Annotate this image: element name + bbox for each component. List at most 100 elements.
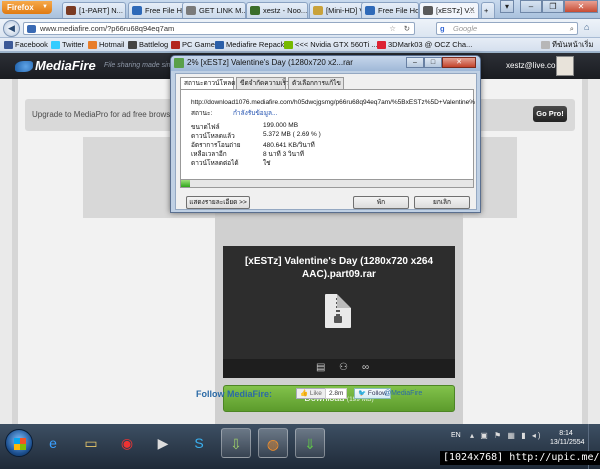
- download-progress-bar: [180, 179, 474, 188]
- follow-label: Follow MediaFire:: [196, 389, 273, 399]
- row-value: ใช่: [263, 160, 271, 167]
- media-player-icon[interactable]: ▶: [148, 428, 178, 458]
- chevron-down-icon: ▼: [42, 4, 48, 10]
- progress-fill: [181, 180, 190, 187]
- bookmark-item[interactable]: ทีฆันหน้าเริ่ม: [540, 39, 593, 51]
- firefox-taskbar-icon[interactable]: ◍: [258, 428, 288, 458]
- bookmarks-toolbar: Facebook Twitter Hotmail Battlelog PC Ga…: [0, 38, 600, 52]
- bookmark-label: 3DMark03 @ OCZ Cha...: [388, 40, 473, 49]
- bookmark-item[interactable]: Mediafire Repack: [214, 39, 284, 51]
- back-arrow-icon[interactable]: ◀: [3, 20, 20, 37]
- close-tab-icon[interactable]: ✕: [469, 3, 475, 18]
- tab-speed-limit[interactable]: ขีดจำกัดความเร็ว: [236, 77, 290, 89]
- bookmark-item[interactable]: Hotmail: [87, 39, 124, 51]
- idm-taskbar-icon[interactable]: ⇓: [295, 428, 325, 458]
- minimize-button[interactable]: –: [406, 57, 424, 68]
- dialog-titlebar[interactable]: 2% [xESTz] Valentine's Day (1280x720 x2.…: [171, 56, 480, 71]
- tab-favicon-icon: [423, 6, 433, 15]
- google-icon: g: [440, 24, 445, 33]
- browser-tab-active[interactable]: [xESTz] V... ✕: [419, 2, 479, 18]
- twitter-icon: [51, 41, 60, 49]
- page-gutter-right: [582, 79, 588, 424]
- start-button[interactable]: [5, 429, 33, 457]
- row-value: 199.000 MB: [263, 122, 299, 129]
- bookmark-item[interactable]: Facebook: [3, 39, 48, 51]
- bookmark-item[interactable]: 3DMark03 @ OCZ Cha...: [376, 39, 472, 51]
- browser-tab[interactable]: xestz - Noo...: [246, 2, 308, 18]
- pc-game-icon: [171, 41, 180, 49]
- firefox-menu-button[interactable]: Firefox ▼: [2, 1, 52, 14]
- bookmark-item[interactable]: Twitter: [50, 39, 84, 51]
- mediafire-logo[interactable]: MediaFire: [15, 58, 96, 73]
- upgrade-text: Upgrade to MediaPro for ad free browsi: [32, 110, 173, 119]
- tab-favicon-icon: [250, 6, 260, 15]
- bookmark-label: Battlelog: [139, 40, 169, 49]
- zip-file-icon: [325, 294, 351, 328]
- new-tab-button[interactable]: +: [481, 2, 495, 18]
- hotmail-icon: [88, 41, 97, 49]
- skype-icon[interactable]: S: [184, 428, 214, 458]
- tab-label: [1-PART] N...: [79, 6, 123, 15]
- browser-tab[interactable]: [1-PART] N...: [62, 2, 126, 18]
- go-pro-button[interactable]: Go Pro!: [533, 106, 567, 122]
- link-icon[interactable]: ∞: [362, 362, 369, 373]
- tab-favicon-icon: [66, 6, 76, 15]
- row-value: 5.372 MB ( 2.69 % ): [263, 131, 321, 138]
- clock[interactable]: 8:14 13/11/2554: [550, 429, 585, 447]
- status-value: กำลังรับข้อมูล...: [233, 110, 278, 117]
- status-label: สถานะ:: [191, 110, 213, 117]
- download-dialog: 2% [xESTz] Valentine's Day (1280x720 x2.…: [170, 55, 481, 213]
- bookmark-label: ทีฆันหน้าเริ่ม: [552, 40, 594, 49]
- tab-label: Free File Ho...: [378, 6, 419, 15]
- download-manager-taskbar-icon[interactable]: ⇩: [221, 428, 251, 458]
- file-preview: [xESTz] Valentine's Day (1280x720 x264 A…: [223, 246, 455, 378]
- row-label: เหลือเวลาอีก: [191, 151, 227, 158]
- facebook-like-button[interactable]: 👍 Like: [296, 388, 326, 399]
- close-dialog-button[interactable]: ✕: [442, 57, 476, 68]
- ocz-icon: [377, 41, 386, 49]
- chrome-icon[interactable]: ◉: [112, 428, 142, 458]
- list-all-tabs-button[interactable]: ▾: [500, 0, 514, 13]
- bookmark-item[interactable]: <<< Nvidia GTX 560Ti ...: [283, 39, 377, 51]
- reload-icon[interactable]: ↻: [404, 23, 410, 34]
- browser-tab[interactable]: Free File Ho...: [361, 2, 419, 18]
- bookmark-star-icon[interactable]: ☆: [389, 23, 396, 34]
- zipper-icon: [336, 298, 340, 318]
- pause-button[interactable]: พัก: [353, 196, 409, 209]
- system-tray-icons[interactable]: ▴ ▣ ⚑ ▦ ▮ ◂): [470, 431, 543, 440]
- home-icon[interactable]: ⌂: [584, 22, 589, 32]
- search-icon[interactable]: ⌕: [570, 23, 574, 34]
- bookmark-label: Hotmail: [99, 40, 125, 49]
- mediafire-flame-icon: [15, 61, 33, 73]
- folder-icon[interactable]: ▭: [76, 428, 106, 458]
- maximize-button[interactable]: □: [424, 57, 442, 68]
- language-indicator[interactable]: EN: [451, 432, 461, 439]
- close-window-button[interactable]: ✕: [564, 0, 598, 13]
- site-identity-icon: [27, 25, 36, 33]
- browser-tab[interactable]: GET LINK M...: [182, 2, 246, 18]
- mediafire-tagline: File sharing made sim: [104, 62, 173, 69]
- search-placeholder: Google: [453, 24, 478, 33]
- tab-edit-options[interactable]: ตัวเลือกการแก้ไข: [288, 77, 344, 89]
- nvidia-icon: [284, 41, 293, 49]
- share-users-icon[interactable]: ⚇: [339, 362, 348, 373]
- url-input[interactable]: www.mediafire.com/?p66ru68q94eq7am ☆ ↻: [23, 22, 415, 35]
- account-email[interactable]: xestz@live.com: [506, 61, 562, 70]
- bookmark-item[interactable]: PC Game: [170, 39, 215, 51]
- show-details-button[interactable]: แสดงรายละเอียด >>: [186, 196, 250, 209]
- search-input[interactable]: g Google ⌕: [436, 22, 578, 35]
- twitter-handle[interactable]: @MediaFire: [384, 388, 422, 399]
- cancel-button[interactable]: ยกเลิก: [414, 196, 470, 209]
- tab-label: GET LINK M...: [199, 6, 246, 15]
- minimize-button[interactable]: –: [520, 0, 542, 13]
- restore-button[interactable]: ❐: [542, 0, 564, 13]
- screen: Firefox ▼ [1-PART] N... Free File Ho... G…: [0, 0, 600, 469]
- watermark: [1024x768] http://upic.me/: [440, 451, 600, 465]
- avatar[interactable]: [556, 56, 574, 76]
- internet-explorer-icon[interactable]: e: [38, 428, 68, 458]
- document-icon[interactable]: ▤: [316, 362, 325, 373]
- tab-favicon-icon: [365, 6, 375, 15]
- resume-capability-row: ดาวน์โหลดต่อได้ ใช่: [191, 158, 271, 168]
- bookmark-item[interactable]: Battlelog: [127, 39, 168, 51]
- clock-time: 8:14: [559, 430, 573, 437]
